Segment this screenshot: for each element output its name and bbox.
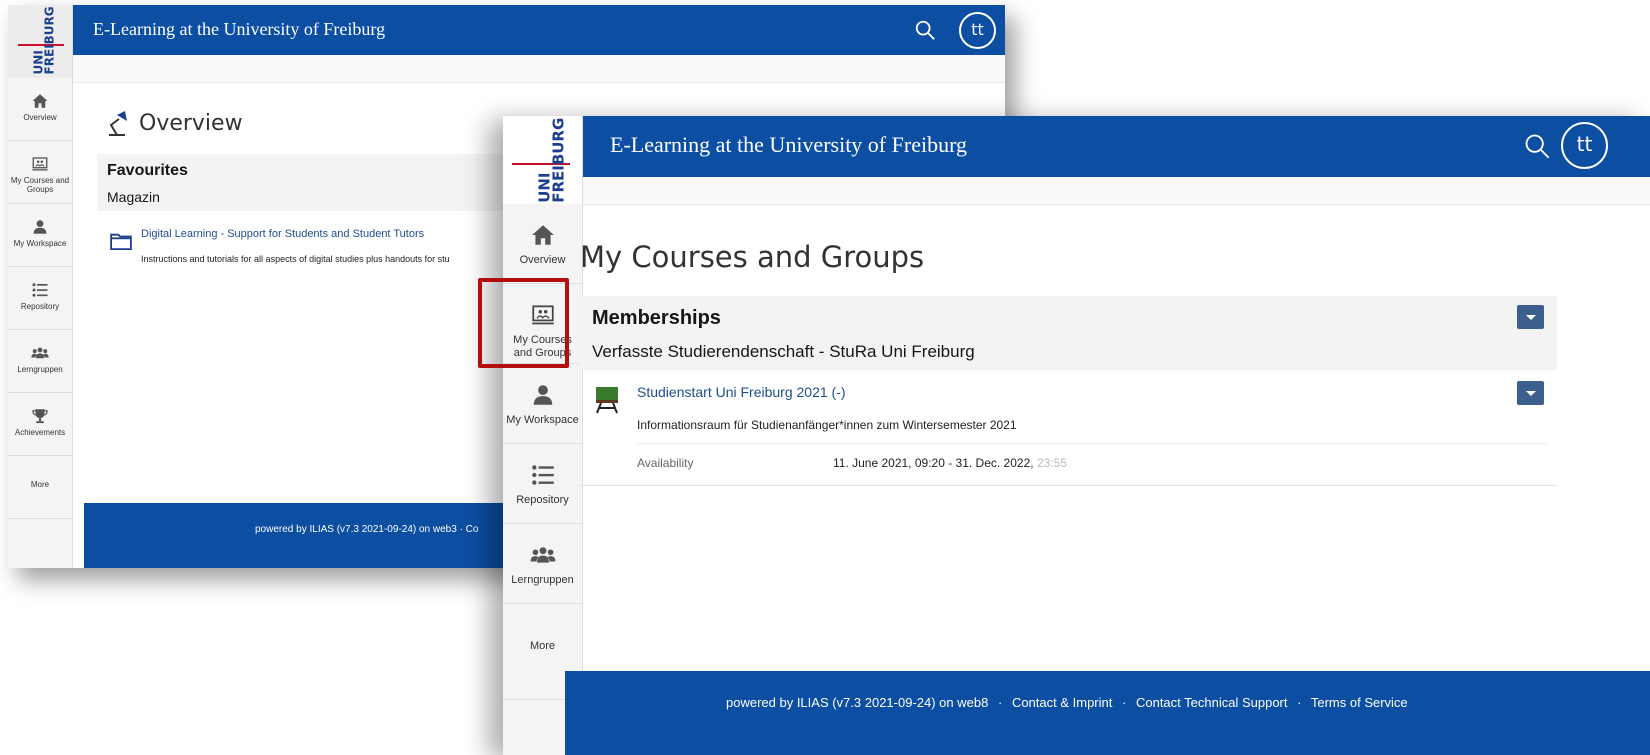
uni-freiburg-logo[interactable]: UNI FREIBURG <box>8 5 72 78</box>
site-title[interactable]: E-Learning at the University of Freiburg <box>610 132 967 158</box>
footer-powered-by: powered by ILIAS (v7.3 2021-09-24) on we… <box>726 695 989 710</box>
group-icon <box>31 347 49 359</box>
site-title[interactable]: E-Learning at the University of Freiburg <box>93 19 385 40</box>
search-icon[interactable] <box>914 19 936 41</box>
memberships-title: Memberships <box>592 307 721 329</box>
footer-link-support[interactable]: Contact Technical Support <box>1136 695 1288 710</box>
memberships-actions-dropdown[interactable] <box>1517 305 1544 329</box>
group-icon <box>530 547 555 563</box>
sidebar-item-overview[interactable]: Overview <box>503 204 582 284</box>
sidebar-item-my-workspace[interactable]: My Workspace <box>503 364 582 444</box>
course-item-description: Informationsraum für Studienanfänger*inn… <box>637 418 1017 432</box>
uni-freiburg-logo[interactable]: UNI FREIBURG <box>503 116 582 204</box>
footer-link-contact[interactable]: Contact & Imprint <box>1012 695 1112 710</box>
favourite-item-link[interactable]: Digital Learning - Support for Students … <box>141 228 424 240</box>
course-item-link[interactable]: Studienstart Uni Freiburg 2021 (-) <box>637 384 846 400</box>
sidebar-item-repository[interactable]: Repository <box>8 267 72 330</box>
divider <box>637 443 1547 444</box>
page-title: Overview <box>139 111 243 136</box>
course-actions-dropdown[interactable] <box>1517 381 1544 405</box>
footer-link-terms[interactable]: Terms of Service <box>1311 695 1408 710</box>
breadcrumb-bar <box>73 55 1005 83</box>
user-icon <box>533 385 552 405</box>
sidebar-item-my-workspace[interactable]: My Workspace <box>8 204 72 267</box>
avatar[interactable]: tt <box>1561 122 1608 169</box>
availability-value: 11. June 2021, 09:20 - 31. Dec. 2022, 23… <box>833 456 1067 470</box>
breadcrumb-bar <box>583 177 1650 205</box>
sidebar-item-lerngruppen[interactable]: Lerngruppen <box>8 330 72 393</box>
sidebar-item-overview[interactable]: Overview <box>8 78 72 141</box>
folder-icon <box>110 233 132 250</box>
home-icon <box>32 94 48 108</box>
sidebar-item-lerngruppen[interactable]: Lerngruppen <box>503 524 582 604</box>
list-icon <box>531 465 554 485</box>
list-item: Studienstart Uni Freiburg 2021 (-) Infor… <box>579 370 1557 486</box>
my-courses-window: UNI FREIBURG Overview My Courses and Grou… <box>503 116 1650 755</box>
top-header: E-Learning at the University of Freiburg… <box>583 116 1650 177</box>
favourites-subtitle: Magazin <box>107 189 160 205</box>
top-header: E-Learning at the University of Freiburg… <box>73 5 1005 55</box>
user-icon <box>33 220 47 234</box>
highlight-box <box>478 278 569 368</box>
memberships-subtitle: Verfasste Studierendenschaft - StuRa Uni… <box>592 342 975 361</box>
sidebar-item-my-courses[interactable]: My Courses and Groups <box>8 141 72 204</box>
sidebar-item-more[interactable]: More <box>8 456 72 519</box>
footer: powered by ILIAS (v7.3 2021-09-24) on we… <box>565 671 1650 755</box>
favourite-item-description: Instructions and tutorials for all aspec… <box>141 254 450 264</box>
availability-label: Availability <box>637 456 694 470</box>
avatar[interactable]: tt <box>959 12 996 49</box>
memberships-block: Memberships Verfasste Studierendenschaft… <box>579 296 1557 370</box>
sidebar-item-achievements[interactable]: Achievements <box>8 393 72 456</box>
main-sidebar: UNI FREIBURG Overview My Courses and Grou… <box>8 5 73 568</box>
course-icon <box>596 387 618 414</box>
trophy-icon <box>32 409 48 424</box>
courses-icon <box>32 157 48 171</box>
list-icon <box>32 283 48 297</box>
dashboard-lamp-icon <box>109 111 127 136</box>
main-sidebar: UNI FREIBURG Overview My Courses and Grou… <box>503 116 583 755</box>
sidebar-item-repository[interactable]: Repository <box>503 444 582 524</box>
footer-links: powered by ILIAS (v7.3 2021-09-24) on we… <box>726 695 1408 710</box>
page-title: My Courses and Groups <box>580 240 925 274</box>
home-icon <box>531 225 554 245</box>
footer-text: powered by ILIAS (v7.3 2021-09-24) on we… <box>255 524 479 535</box>
favourites-title: Favourites <box>107 162 188 179</box>
search-icon[interactable] <box>1523 132 1551 160</box>
